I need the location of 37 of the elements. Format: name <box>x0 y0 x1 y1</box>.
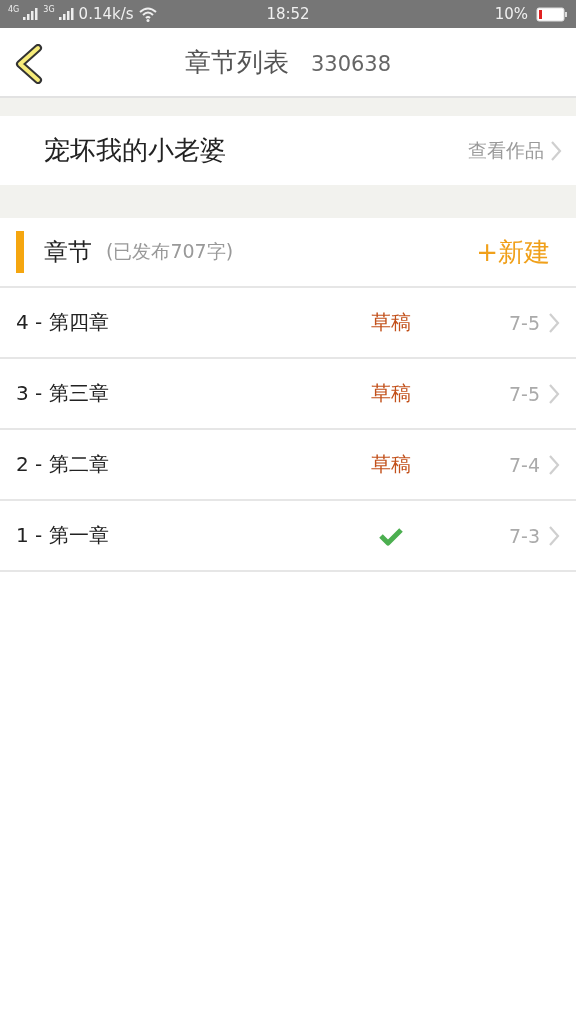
chapter-title: 1 - 第一章 <box>16 522 110 549</box>
book-title: 宠坏我的小老婆 <box>44 134 227 167</box>
draft-label: 草稿 <box>371 309 411 336</box>
chapter-title: 2 - 第二章 <box>16 451 110 478</box>
chevron-right-icon <box>548 311 560 334</box>
network-label: 3G <box>43 5 55 14</box>
chapter-title: 4 - 第四章 <box>16 309 110 336</box>
signal-icon <box>23 8 40 20</box>
chevron-right-icon <box>550 139 562 162</box>
word-count: (已发布707字) <box>106 239 235 264</box>
chapter-date: 7-4 <box>507 453 540 476</box>
chapter-row[interactable]: 1 - 第一章 7-3 <box>0 501 576 572</box>
section-marker <box>16 231 24 273</box>
draft-label: 草稿 <box>371 451 411 478</box>
chapter-date: 7-3 <box>507 524 540 547</box>
draft-label: 草稿 <box>371 380 411 407</box>
chapter-row[interactable]: 2 - 第二章 草稿 7-4 <box>0 430 576 501</box>
book-id: 330638 <box>310 51 392 76</box>
chapter-row[interactable]: 3 - 第三章 草稿 7-5 <box>0 359 576 430</box>
chapter-date: 7-5 <box>507 382 540 405</box>
network-speed: 0.14k/s <box>78 5 134 23</box>
signal-icon <box>58 8 75 20</box>
clock: 18:52 <box>265 5 311 23</box>
chevron-right-icon <box>548 453 560 476</box>
chapter-title: 3 - 第三章 <box>16 380 110 407</box>
chevron-right-icon <box>548 382 560 405</box>
wifi-icon <box>137 6 158 22</box>
battery-icon <box>536 6 568 22</box>
back-button[interactable] <box>14 44 44 87</box>
chapter-row[interactable]: 4 - 第四章 草稿 7-5 <box>0 288 576 359</box>
chapter-date: 7-5 <box>507 311 540 334</box>
check-icon <box>378 525 404 546</box>
battery-percent: 10% <box>494 5 528 23</box>
chevron-right-icon <box>548 524 560 547</box>
section-title: 章节 <box>44 237 92 268</box>
network-label: 4G <box>8 5 20 14</box>
page-title: 章节列表 <box>184 45 289 79</box>
